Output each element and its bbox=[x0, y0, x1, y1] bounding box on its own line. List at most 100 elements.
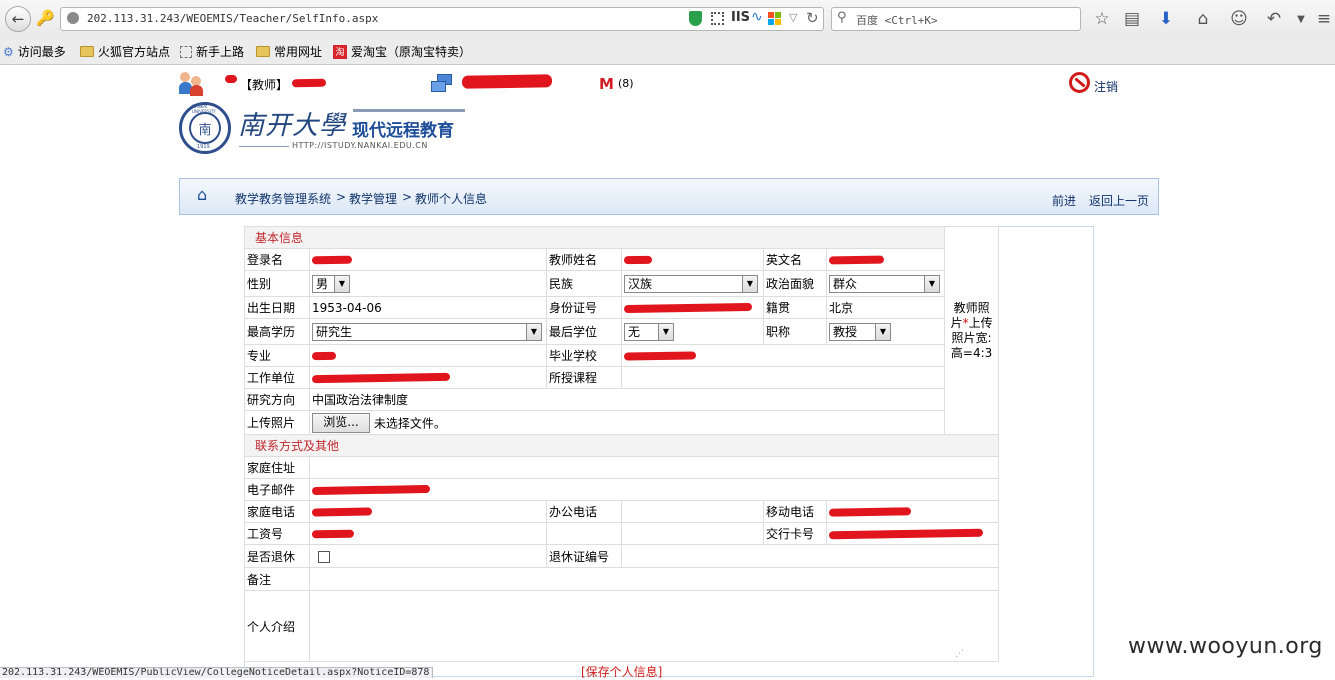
home-phone-value[interactable] bbox=[309, 500, 547, 523]
download-icon[interactable]: ⬇ bbox=[1155, 8, 1177, 30]
bookmark-getting-started[interactable]: 新手上路 bbox=[180, 43, 244, 60]
gear-icon: ⚙ bbox=[3, 44, 14, 59]
bookmark-common-sites[interactable]: 常用网址 bbox=[256, 43, 322, 60]
major-value[interactable] bbox=[309, 344, 547, 367]
taobao-icon: 淘 bbox=[333, 44, 347, 59]
breadcrumb-item-system[interactable]: 教学教务管理系统 bbox=[235, 190, 331, 207]
seal-year: 1919 bbox=[197, 144, 210, 150]
no-file-text: 未选择文件。 bbox=[373, 416, 446, 430]
political-select[interactable]: 群众 ▼ bbox=[829, 274, 940, 293]
notes-label: 备注 bbox=[244, 567, 310, 591]
gender-select[interactable]: 男 ▼ bbox=[312, 274, 350, 293]
save-button[interactable]: [保存个人信息] bbox=[581, 663, 662, 680]
retired-cell bbox=[309, 544, 547, 568]
school-value[interactable] bbox=[620, 344, 946, 367]
chevron-down-icon[interactable]: ▼ bbox=[1290, 8, 1312, 30]
salary-no-value[interactable] bbox=[309, 522, 547, 545]
home-phone-label: 家庭电话 bbox=[244, 500, 310, 523]
school-label: 毕业学校 bbox=[546, 344, 622, 367]
feedback-face-icon[interactable]: ☺ bbox=[1228, 8, 1250, 30]
logout-icon[interactable] bbox=[1069, 72, 1090, 93]
chevron-down-icon: ▼ bbox=[658, 323, 673, 340]
folder-icon bbox=[256, 46, 270, 57]
shield-icon[interactable] bbox=[689, 11, 702, 26]
chevron-down-icon: ▼ bbox=[742, 275, 757, 292]
office-phone-value[interactable] bbox=[621, 500, 764, 523]
logout-link[interactable]: 注销 bbox=[1094, 78, 1118, 95]
retired-checkbox[interactable] bbox=[318, 550, 330, 563]
site-identity-key-icon[interactable]: 🔑 bbox=[36, 9, 55, 27]
bookmark-star-icon[interactable]: ☆ bbox=[1091, 8, 1113, 30]
menu-icon[interactable]: ≡ bbox=[1313, 8, 1335, 30]
upload-label: 上传照片 bbox=[244, 410, 310, 435]
political-label: 政治面貌 bbox=[763, 270, 827, 297]
arrow-left-icon: ← bbox=[11, 10, 25, 28]
breadcrumb-separator: > bbox=[402, 190, 413, 204]
mail-count[interactable]: (8) bbox=[618, 77, 634, 90]
network-computers-icon bbox=[431, 74, 452, 92]
forward-link[interactable]: 前进 bbox=[1052, 192, 1076, 209]
id-value[interactable] bbox=[621, 296, 764, 319]
name-label: 教师姓名 bbox=[546, 248, 622, 271]
globe-icon bbox=[67, 12, 79, 24]
degree-select[interactable]: 无 ▼ bbox=[624, 322, 674, 341]
back-button[interactable]: ← bbox=[5, 6, 31, 32]
page-icon bbox=[180, 45, 192, 58]
research-value[interactable]: 中国政治法律制度 bbox=[308, 388, 946, 411]
watermark: www.wooyun.org bbox=[1128, 634, 1323, 659]
bank-card-value[interactable] bbox=[825, 522, 1000, 545]
degree-label: 最后学位 bbox=[546, 318, 622, 345]
mail-icon[interactable]: M bbox=[599, 75, 614, 93]
bookmark-label: 常用网址 bbox=[274, 45, 323, 59]
native-value[interactable]: 北京 bbox=[825, 296, 946, 319]
basic-info-table: 基本信息 教师照片*上传照片宽:高=4:3 登录名 教师姓名 英文名 性别 男 ▼… bbox=[243, 226, 1000, 435]
contact-table: 联系方式及其他 家庭住址 电子邮件 家庭电话 办公电话 移动电话 工资号 交行卡… bbox=[243, 434, 1000, 662]
browser-toolbar: ← 🔑 202.113.31.243/WEOEMIS/Teacher/SelfI… bbox=[0, 0, 1335, 39]
english-name-value[interactable] bbox=[825, 248, 946, 271]
email-label: 电子邮件 bbox=[244, 478, 310, 501]
bookmark-label: 火狐官方站点 bbox=[98, 45, 171, 59]
birth-value[interactable]: 1953-04-06 bbox=[309, 296, 547, 319]
retired-label: 是否退休 bbox=[244, 544, 310, 568]
email-value[interactable] bbox=[308, 478, 1000, 501]
retire-cert-value[interactable] bbox=[620, 544, 1000, 568]
home-icon[interactable]: ⌂ bbox=[197, 185, 207, 204]
education-select[interactable]: 研究生 ▼ bbox=[312, 322, 542, 341]
mobile-label: 移动电话 bbox=[763, 500, 827, 523]
reading-list-icon[interactable]: ▤ bbox=[1121, 8, 1143, 30]
research-label: 研究方向 bbox=[244, 388, 310, 411]
ethnicity-cell: 汉族 ▼ bbox=[621, 270, 764, 297]
url-text: 202.113.31.243/WEOEMIS/Teacher/SelfInfo.… bbox=[87, 12, 379, 25]
breadcrumb-item-teaching[interactable]: 教学管理 bbox=[349, 190, 397, 207]
bookmark-firefox-site[interactable]: 火狐官方站点 bbox=[80, 43, 170, 60]
browse-button[interactable]: 浏览... bbox=[312, 412, 370, 433]
resize-grip-icon[interactable]: ⋰ bbox=[955, 649, 964, 659]
photo-cell: 教师照片*上传照片宽:高=4:3 bbox=[944, 226, 1000, 435]
qr-code-icon[interactable] bbox=[711, 12, 724, 25]
bio-textarea[interactable]: ⋰ bbox=[308, 590, 1000, 662]
home-icon[interactable]: ⌂ bbox=[1192, 8, 1214, 30]
bookmark-most-visited[interactable]: ⚙ 访问最多 bbox=[3, 43, 66, 60]
search-box[interactable]: ⚲ 百度 <Ctrl+K> bbox=[831, 7, 1081, 31]
login-label: 登录名 bbox=[244, 248, 310, 271]
notes-value[interactable] bbox=[308, 567, 1000, 591]
reload-icon[interactable]: ↻ bbox=[806, 9, 819, 27]
ethnicity-select[interactable]: 汉族 ▼ bbox=[624, 274, 758, 293]
courses-value[interactable] bbox=[620, 366, 946, 389]
title-select[interactable]: 教授 ▼ bbox=[829, 322, 891, 341]
address-label: 家庭住址 bbox=[244, 456, 310, 479]
mobile-value[interactable] bbox=[825, 500, 1000, 523]
back-link[interactable]: 返回上一页 bbox=[1089, 192, 1149, 209]
undo-icon[interactable]: ↶ bbox=[1263, 8, 1285, 30]
birth-label: 出生日期 bbox=[244, 296, 310, 319]
dropdown-arrow-icon[interactable]: ▽ bbox=[789, 11, 797, 24]
education-cell: 研究生 ▼ bbox=[309, 318, 547, 345]
major-label: 专业 bbox=[244, 344, 310, 367]
windows-logo-icon bbox=[768, 12, 782, 26]
program-url: HTTP://ISTUDY.NANKAI.EDU.CN bbox=[292, 141, 428, 150]
url-bar[interactable]: 202.113.31.243/WEOEMIS/Teacher/SelfInfo.… bbox=[60, 7, 824, 31]
employer-value[interactable] bbox=[309, 366, 547, 389]
bank-card-label: 交行卡号 bbox=[763, 522, 827, 545]
bookmark-aitaobao[interactable]: 淘 爱淘宝（原淘宝特卖） bbox=[333, 43, 471, 60]
address-value[interactable] bbox=[308, 456, 1000, 479]
